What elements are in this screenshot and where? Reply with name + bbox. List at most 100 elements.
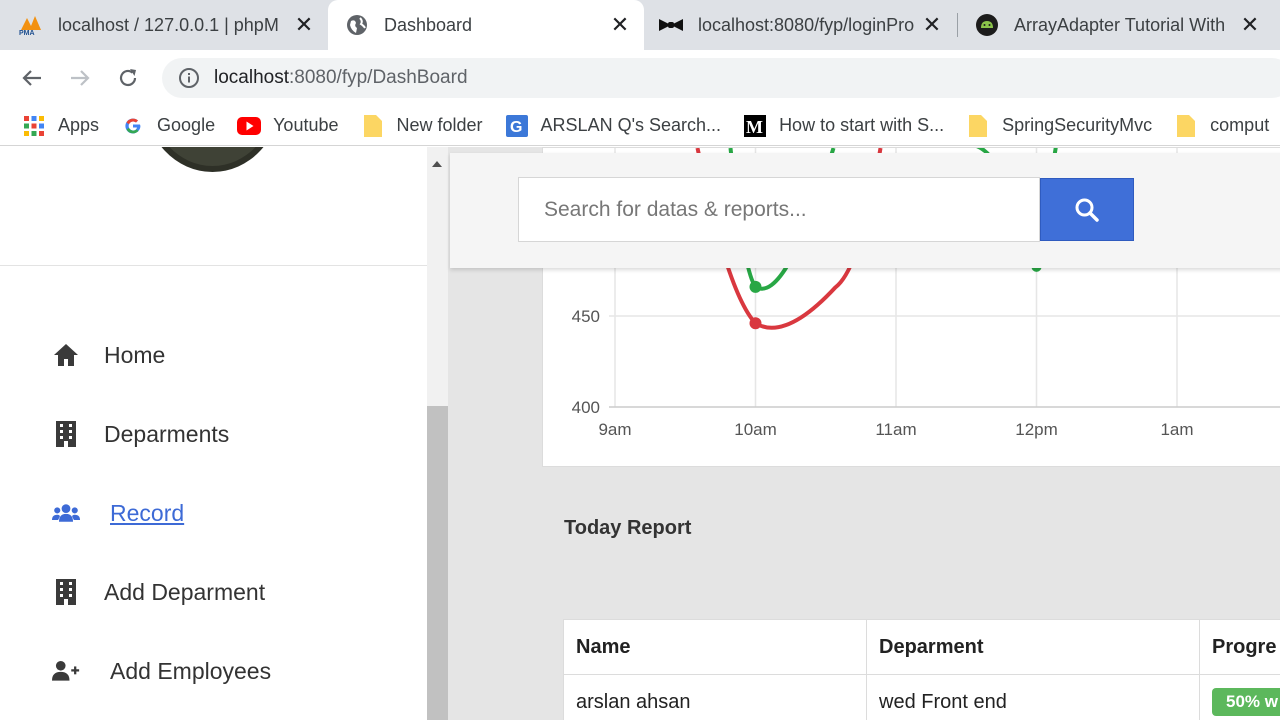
sidebar-item-label: Add Employees <box>110 657 272 684</box>
bookmark-springsecurity[interactable]: SpringSecurityMvc <box>966 114 1152 138</box>
table-header-row: Name Deparment Progre <box>563 619 1280 675</box>
tab-title: localhost:8080/fyp/loginPro <box>698 14 915 35</box>
bookmark-label: How to start with S... <box>779 115 945 135</box>
tab-strip: PMA localhost / 127.0.0.1 | phpMyAdmin ✕… <box>0 0 1280 50</box>
phpmyadmin-icon: PMA <box>18 12 44 38</box>
table-row: arslan ahsan wed Front end 50% w <box>563 674 1280 720</box>
tab-separator <box>957 13 958 37</box>
tab-phpmyadmin[interactable]: PMA localhost / 127.0.0.1 | phpMyAdmin ✕ <box>18 0 328 50</box>
svg-text:PMA: PMA <box>19 30 35 36</box>
tab-arrayadapter[interactable]: ArrayAdapter Tutorial With ✕ <box>974 0 1274 50</box>
url-text: localhost:8080/fyp/DashBoard <box>214 67 468 89</box>
sidebar-scrollbar[interactable] <box>427 147 448 720</box>
reload-button[interactable] <box>110 60 146 96</box>
scroll-up-arrow-icon[interactable] <box>432 161 442 167</box>
close-icon[interactable]: ✕ <box>608 12 632 37</box>
y-tick-label: 400 <box>572 398 600 417</box>
tab-dashboard[interactable]: Dashboard ✕ <box>328 0 644 50</box>
bookmark-medium[interactable]: M How to start with S... <box>743 114 944 138</box>
bookmark-label: Youtube <box>273 115 339 135</box>
folder-icon <box>361 114 385 138</box>
x-tick-label: 10am <box>734 420 777 439</box>
tab-title: Dashboard <box>384 14 473 35</box>
bookmark-comput[interactable]: comput <box>1174 114 1269 138</box>
bookmark-label: New folder <box>396 115 483 135</box>
bookmark-label: ARSLAN Q's Search... <box>540 115 722 135</box>
bowtie-icon <box>658 12 684 38</box>
sidebar-divider <box>0 265 427 266</box>
forward-button[interactable] <box>62 60 98 96</box>
sidebar-item-home[interactable]: Home <box>52 341 165 369</box>
column-header: Deparment <box>866 619 1200 675</box>
sidebar-item-departments[interactable]: Deparments <box>52 420 229 448</box>
tab-title: localhost / 127.0.0.1 | phpMyAdmin <box>58 14 278 35</box>
back-button[interactable] <box>14 60 50 96</box>
globe-icon <box>344 12 370 38</box>
scrollbar-thumb[interactable] <box>427 406 448 720</box>
search-icon <box>1075 198 1099 222</box>
user-plus-icon <box>52 657 80 685</box>
search-bar <box>450 153 1280 268</box>
url-path: :8080/fyp/DashBoard <box>289 67 468 88</box>
bookmark-youtube[interactable]: Youtube <box>237 114 339 138</box>
building-icon <box>52 578 80 606</box>
report-table: Name Deparment Progre arslan ahsan wed F… <box>563 619 1280 720</box>
reload-icon <box>119 69 137 87</box>
page-content: Home Deparments Record Add Deparment Add <box>0 147 1280 720</box>
folder-icon <box>966 114 990 138</box>
x-tick-label: 12pm <box>1015 420 1058 439</box>
sidebar-item-add-employees[interactable]: Add Employees <box>52 657 271 685</box>
bookmark-label: SpringSecurityMvc <box>1002 115 1153 135</box>
sidebar-item-add-department[interactable]: Add Deparment <box>52 578 265 606</box>
bookmark-label: Apps <box>58 115 100 135</box>
sidebar-item-label: Add Deparment <box>104 578 266 605</box>
bookmark-label: Google <box>157 115 216 135</box>
tab-login[interactable]: localhost:8080/fyp/loginPro ✕ <box>658 0 956 50</box>
bookmark-google[interactable]: Google <box>121 114 215 138</box>
avatar <box>145 147 280 172</box>
y-tick-label: 450 <box>572 307 600 326</box>
users-icon <box>52 499 80 527</box>
cell-department: wed Front end <box>866 674 1200 720</box>
bookmark-new-folder[interactable]: New folder <box>361 114 483 138</box>
back-arrow-icon <box>22 70 41 86</box>
bookmark-apps[interactable]: Apps <box>22 114 99 138</box>
x-tick-label: 9am <box>598 420 631 439</box>
youtube-icon <box>237 114 262 138</box>
data-point-red <box>749 317 762 330</box>
search-button[interactable] <box>1040 178 1134 241</box>
sidebar-item-label: Home <box>104 341 166 368</box>
info-icon[interactable] <box>178 67 200 89</box>
android-icon <box>974 12 1000 38</box>
x-tick-label: 11am <box>875 420 916 439</box>
address-bar[interactable]: localhost:8080/fyp/DashBoard <box>162 58 1280 98</box>
cell-name: arslan ahsan <box>563 674 867 720</box>
sidebar-item-record[interactable]: Record <box>52 499 184 527</box>
sidebar-item-label: Record <box>110 499 185 526</box>
tab-title: ArrayAdapter Tutorial With <box>1014 14 1226 35</box>
google-icon <box>121 114 145 138</box>
column-header: Progre <box>1199 619 1280 675</box>
bookmark-arslan[interactable]: G ARSLAN Q's Search... <box>505 114 722 138</box>
close-icon[interactable]: ✕ <box>920 12 944 37</box>
main-content: 9am 10am 11am 12pm 1am 400 450 Today Report Na… <box>448 147 1280 720</box>
column-header: Name <box>563 619 867 675</box>
progress-badge: 50% w <box>1212 688 1280 716</box>
forward-arrow-icon <box>71 70 90 86</box>
folder-icon <box>1174 114 1198 138</box>
data-point-green <box>749 280 762 293</box>
close-icon[interactable]: ✕ <box>1238 12 1262 37</box>
browser-toolbar: localhost:8080/fyp/DashBoard <box>0 50 1280 106</box>
home-icon <box>52 341 80 369</box>
url-host: localhost <box>214 67 289 88</box>
close-icon[interactable]: ✕ <box>292 12 316 37</box>
svg-text:G: G <box>510 119 522 136</box>
apps-grid-icon <box>22 114 46 138</box>
search-input[interactable] <box>518 177 1040 242</box>
bookmarks-bar: Apps Google Youtube New folder G ARSLAN … <box>0 106 1280 146</box>
medium-icon: M <box>743 114 767 138</box>
sidebar-item-label: Deparments <box>104 420 230 447</box>
svg-text:M: M <box>746 117 763 137</box>
building-icon <box>52 420 80 448</box>
sidebar: Home Deparments Record Add Deparment Add <box>0 147 427 720</box>
